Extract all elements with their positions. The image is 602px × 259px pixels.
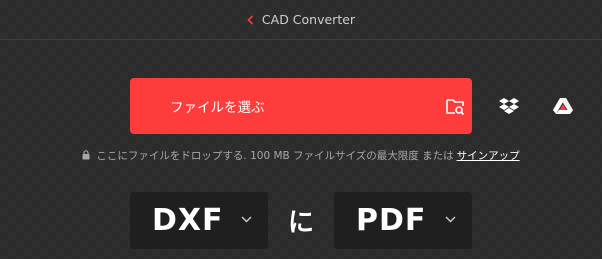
conversion-connector: に	[287, 208, 314, 238]
breadcrumb[interactable]: CAD Converter	[247, 12, 355, 27]
target-format-select[interactable]: PDF	[334, 192, 472, 249]
target-format-label: PDF	[356, 203, 427, 238]
page-title: CAD Converter	[261, 12, 356, 27]
chevron-down-icon	[445, 216, 456, 223]
lock-icon	[82, 150, 90, 160]
device-search-icon[interactable]	[444, 95, 466, 117]
source-format-label: DXF	[152, 203, 224, 238]
google-drive-icon[interactable]	[552, 95, 574, 117]
source-format-select[interactable]: DXF	[130, 192, 268, 249]
drop-note-text: ここにファイルをドロップする. 100 MB ファイルサイズの最大限度 または	[96, 149, 454, 162]
chevron-left-icon[interactable]	[247, 14, 254, 25]
drop-note: ここにファイルをドロップする. 100 MB ファイルサイズの最大限度 または …	[0, 145, 602, 165]
signup-link[interactable]: サインアップ	[457, 148, 520, 163]
chevron-down-icon	[241, 216, 252, 223]
file-chooser-bar: ファイルを選ぶ	[130, 78, 573, 134]
choose-file-button[interactable]: ファイルを選ぶ	[170, 78, 265, 134]
top-bar: CAD Converter	[0, 0, 602, 40]
dropbox-icon[interactable]	[498, 95, 520, 117]
